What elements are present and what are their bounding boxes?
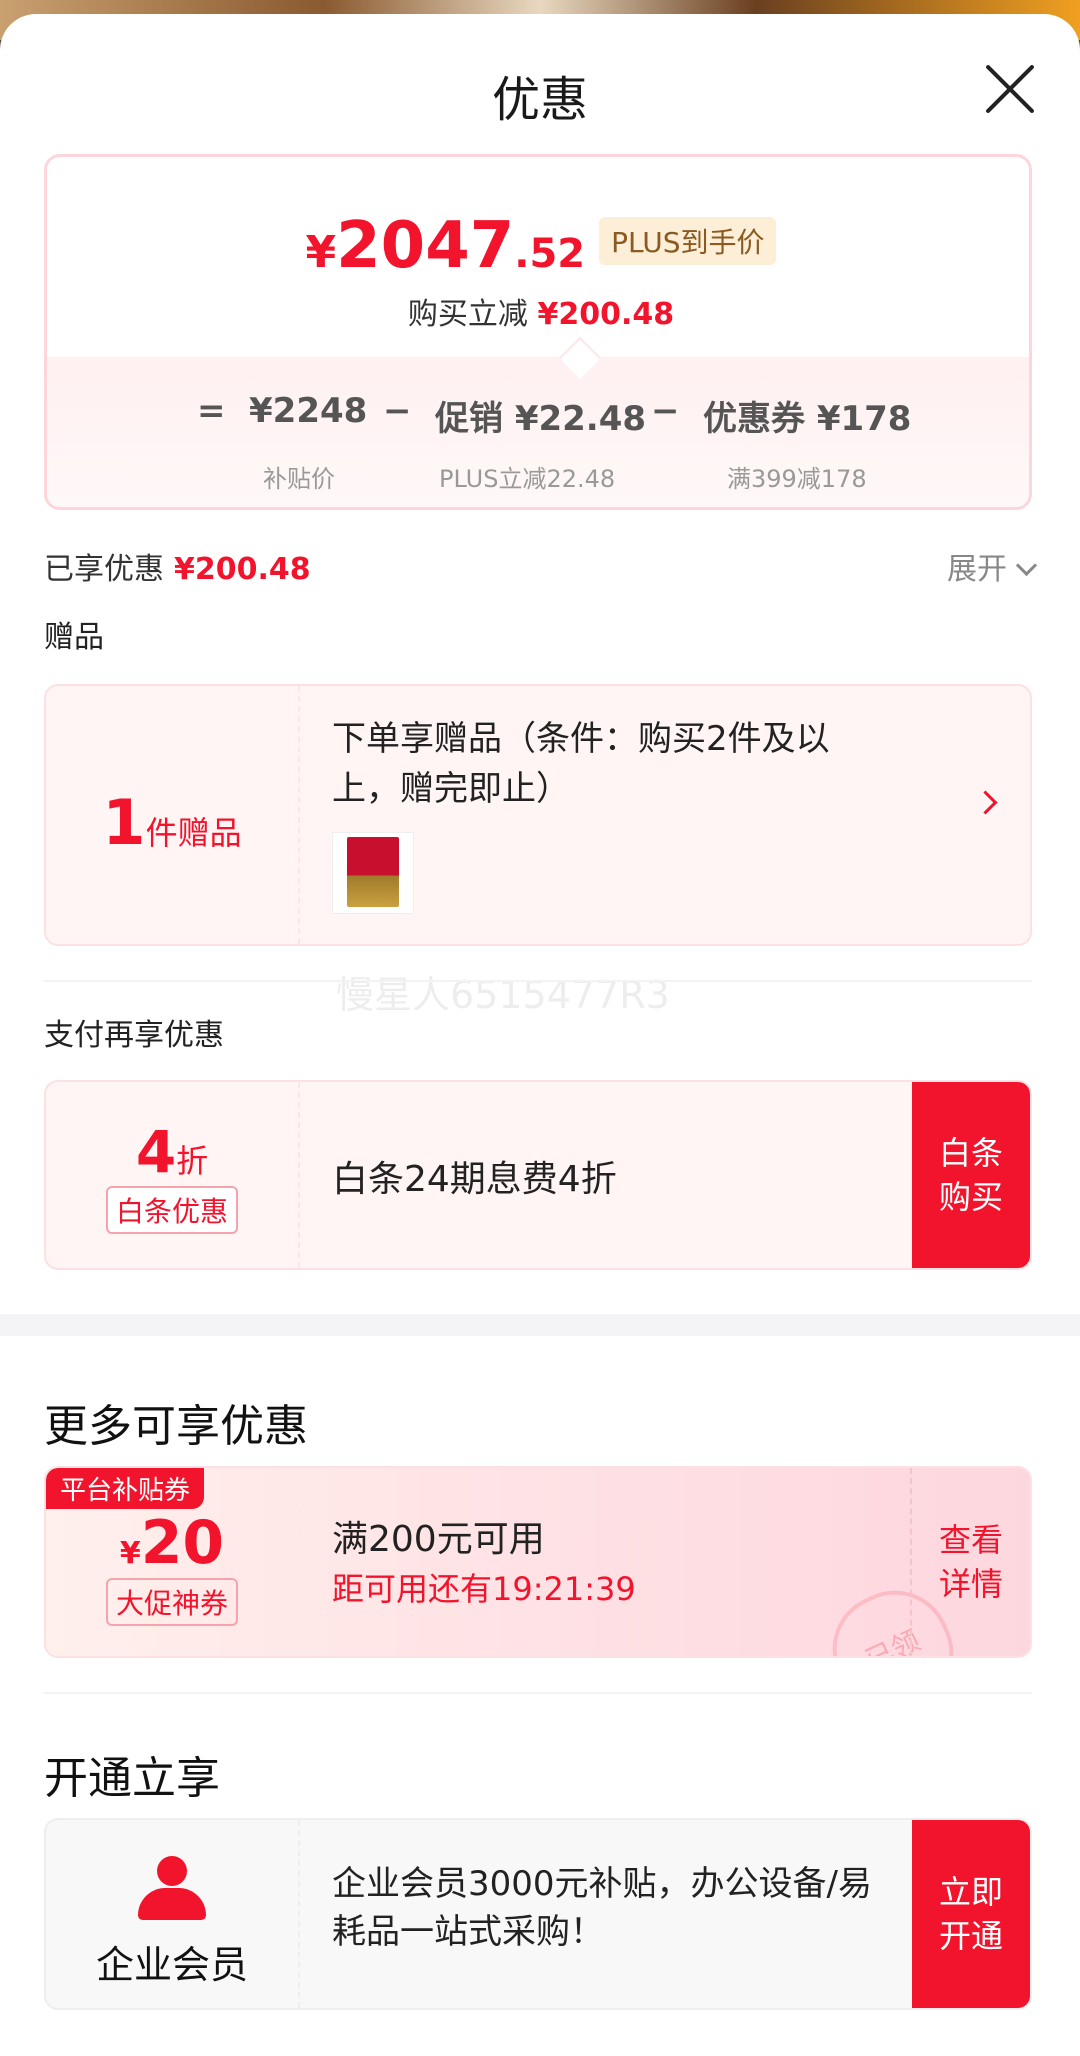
formula-minus-2: −: [651, 391, 680, 431]
baitiao-tag: 白条优惠: [105, 1186, 238, 1234]
coupon-value: ¥20: [46, 1508, 298, 1578]
close-icon[interactable]: [980, 60, 1040, 120]
gift-card[interactable]: 1件赠品 下单享赠品（条件：购买2件及以上，赠完即止）: [44, 684, 1032, 946]
formula-minus-1: −: [383, 391, 412, 431]
chevron-down-icon: [1015, 554, 1038, 577]
payment-offer-description: 白条24期息费4折: [332, 1159, 617, 1200]
enjoyed-amount: ¥200.48: [174, 552, 311, 587]
discount-sheet: 优惠 ¥2047.52 PLUS到手价 购买立减 ¥200.48 = ¥2248 …: [0, 14, 1080, 2056]
discount-unit: 折: [176, 1142, 209, 1180]
price-currency: ¥: [305, 227, 337, 278]
gift-description: 下单享赠品（条件：购买2件及以上，赠完即止）: [332, 719, 830, 809]
gift-count: 1件赠品: [46, 786, 298, 859]
view-details-button[interactable]: 查看详情: [910, 1468, 1030, 1656]
expand-button[interactable]: 展开: [947, 544, 1038, 588]
discount-number: 4: [135, 1118, 177, 1186]
baitiao-buy-label: 白条购买: [938, 1134, 1003, 1216]
coupon-label: 满399减178: [727, 465, 867, 493]
watermark: 慢星人6515477R3: [336, 973, 670, 1017]
baitiao-buy-button[interactable]: 白条购买: [912, 1082, 1030, 1268]
membership-name: 企业会员: [95, 1943, 248, 1987]
payment-offer-card[interactable]: 4折 白条优惠 白条24期息费4折 白条购买: [44, 1080, 1032, 1270]
membership-description: 企业会员3000元补贴，办公设备/易耗品一站式采购！: [332, 1864, 872, 1952]
enterprise-membership-card[interactable]: 企业会员 企业会员3000元补贴，办公设备/易耗品一站式采购！ 立即开通: [44, 1818, 1032, 2010]
user-icon: [138, 1856, 206, 1920]
platform-subsidy-badge: 平台补贴券: [46, 1468, 205, 1509]
gift-section-label: 赠品: [44, 620, 104, 655]
coupon-condition: 满200元可用: [332, 1519, 545, 1560]
promo-label: PLUS立减22.48: [439, 465, 616, 493]
gift-count-number: 1: [102, 786, 146, 859]
formula-promo: 促销 ¥22.48: [435, 399, 647, 439]
gift-count-unit: 件赠品: [145, 814, 242, 852]
section-separator: [0, 1314, 1080, 1336]
reduce-label: 购买立减: [407, 297, 528, 332]
view-details-label: 查看详情: [938, 1521, 1003, 1603]
enjoyed-discount: 已享优惠 ¥200.48: [44, 544, 311, 588]
coupon-currency: ¥: [119, 1536, 141, 1571]
formula-coupon: 优惠券 ¥178: [703, 399, 912, 439]
instant-reduction: 购买立减 ¥200.48: [47, 289, 1029, 333]
formula-base: ¥2248: [249, 391, 368, 431]
membership-section-title: 开通立享: [44, 1753, 220, 1804]
activate-now-button[interactable]: 立即开通: [912, 1820, 1030, 2008]
price-integer: 2047: [336, 209, 515, 283]
coupon-countdown: 距可用还有19:21:39: [332, 1570, 636, 1608]
expand-label: 展开: [947, 552, 1007, 587]
plus-price-tag: PLUS到手价: [599, 217, 777, 265]
sheet-title: 优惠: [491, 72, 588, 128]
payment-section-label: 支付再享优惠: [44, 1018, 224, 1053]
chevron-right-icon: [973, 790, 998, 815]
platform-coupon-card[interactable]: ¥20 大促神券 平台补贴券 满200元可用 距可用还有19:21:39 已领 …: [44, 1466, 1032, 1658]
enjoyed-label: 已享优惠: [44, 552, 164, 587]
more-offers-title: 更多可享优惠: [44, 1401, 308, 1452]
discount-value: 4折: [46, 1118, 298, 1186]
activate-now-label: 立即开通: [938, 1873, 1003, 1955]
formula-equals: =: [197, 391, 226, 431]
final-price: ¥2047.52 PLUS到手价: [47, 209, 1029, 283]
price-summary-box: ¥2047.52 PLUS到手价 购买立减 ¥200.48 = ¥2248 − 促…: [44, 154, 1032, 510]
reduce-amount: ¥200.48: [537, 297, 675, 332]
coupon-amount: 20: [140, 1508, 225, 1578]
price-decimal: .52: [514, 231, 586, 277]
gift-product-image[interactable]: [332, 832, 414, 914]
coupon-type-tag: 大促神券: [105, 1578, 238, 1626]
divider: [44, 1692, 1032, 1694]
base-label: 补贴价: [263, 465, 335, 493]
divider: [44, 980, 1032, 982]
